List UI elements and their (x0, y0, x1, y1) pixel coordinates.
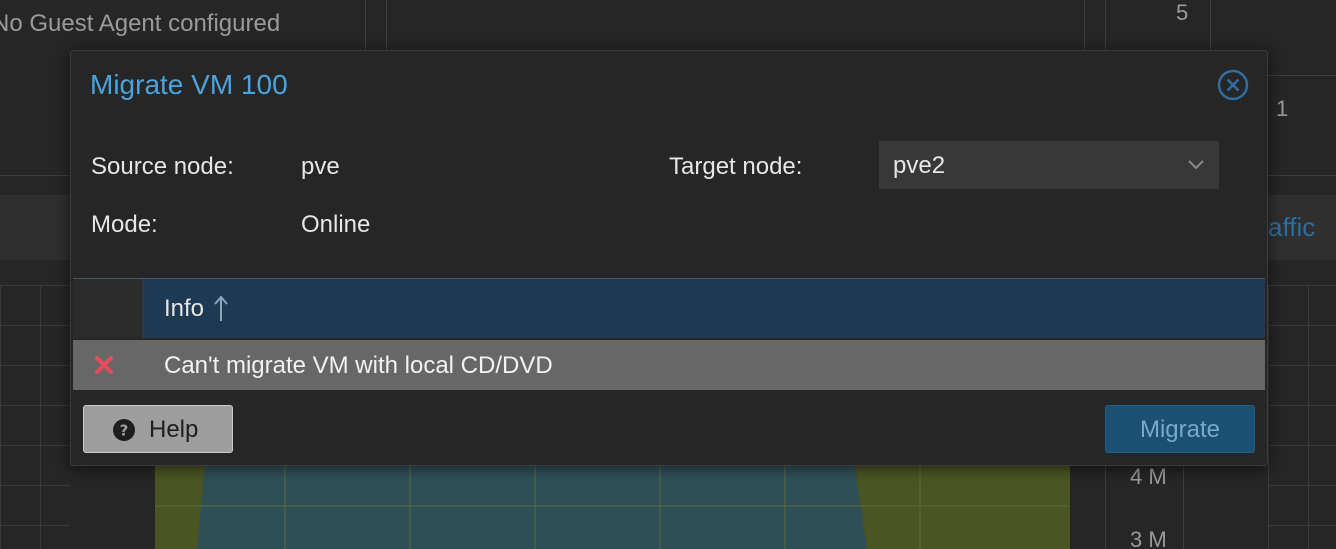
close-button[interactable] (1217, 69, 1249, 101)
bg-chart-grid (1268, 285, 1336, 549)
grid-header: Info (73, 278, 1265, 338)
info-column-header[interactable]: Info (143, 279, 1265, 338)
target-node-label: Target node: (669, 153, 803, 180)
guest-agent-status: No Guest Agent configured (0, 10, 281, 37)
bg-divider (386, 0, 387, 50)
preconditions-grid: Info Can't migrate VM with local CD/DVD (73, 278, 1265, 392)
sort-ascending-icon (214, 295, 228, 321)
bg-axis-label: 5 (1176, 0, 1189, 25)
svg-text:?: ? (120, 422, 129, 440)
question-circle-icon: ? (113, 419, 135, 441)
migrate-label: Migrate (1139, 416, 1221, 443)
target-node-value: pve2 (893, 152, 946, 179)
bg-gridline (1268, 75, 1336, 76)
bg-axis (1183, 466, 1184, 549)
migrate-dialog: Migrate VM 100 Source node: pve Mode: On… (70, 50, 1268, 466)
help-button[interactable]: ? Help (83, 405, 233, 453)
mode-value: Online (301, 211, 371, 238)
migrate-button[interactable]: Migrate (1105, 405, 1255, 453)
bg-chart-grid (0, 285, 70, 549)
mode-label: Mode: (91, 211, 158, 238)
bg-gridline (1268, 175, 1336, 176)
close-circle-icon (1217, 69, 1249, 101)
error-x-icon (95, 356, 113, 374)
bg-axis (1210, 0, 1211, 50)
bg-tab-label: affic (1268, 212, 1316, 242)
bg-network-chart (155, 466, 1070, 549)
help-label: Help (149, 416, 199, 443)
dialog-title: Migrate VM 100 (90, 69, 288, 100)
bg-gridline (0, 175, 70, 176)
row-info-text: Can't migrate VM with local CD/DVD (164, 352, 553, 379)
info-column-label: Info (164, 295, 205, 322)
bg-axis-label: 4 M (1130, 464, 1167, 489)
table-row[interactable]: Can't migrate VM with local CD/DVD (73, 340, 1265, 390)
target-node-select[interactable]: pve2 (879, 141, 1219, 189)
source-node-value: pve (301, 153, 340, 180)
source-node-label: Source node: (91, 153, 234, 180)
bg-divider (1084, 0, 1085, 50)
chevron-down-icon (1188, 160, 1204, 170)
bg-axis-label: 3 M (1130, 527, 1167, 549)
bg-band (0, 195, 70, 260)
grid-header-status-column (73, 279, 143, 338)
bg-divider (365, 0, 366, 50)
bg-axis-label: 1 (1276, 96, 1289, 121)
